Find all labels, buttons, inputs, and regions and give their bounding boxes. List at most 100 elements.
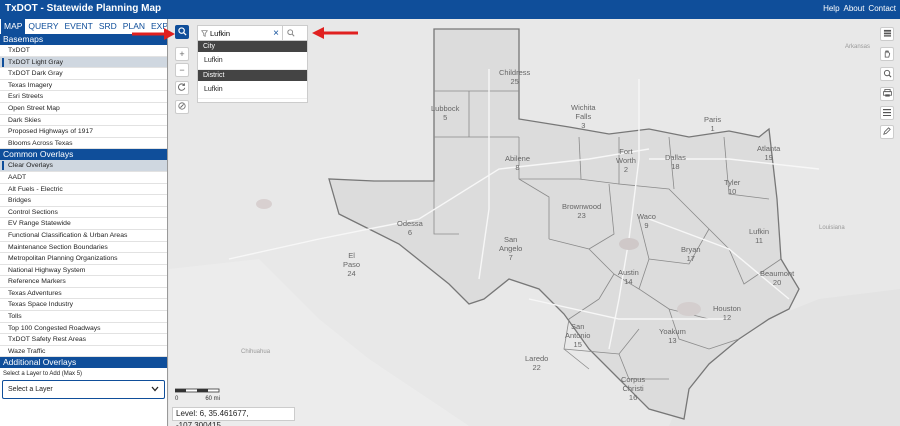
legend-button[interactable]	[880, 106, 894, 120]
district-label-dallas: Dallas 18	[665, 153, 686, 171]
basemap-item-blooms[interactable]: Blooms Across Texas	[0, 138, 167, 150]
header-links: Help About Contact	[823, 4, 896, 13]
overlay-item-rest-areas[interactable]: TxDOT Safety Rest Areas	[0, 334, 167, 346]
district-label-laredo: Laredo 22	[525, 354, 549, 372]
overlay-item-aadt[interactable]: AADT	[0, 172, 167, 184]
overlay-item-texas-adventures[interactable]: Texas Adventures	[0, 288, 167, 300]
status-bar: Level: 6, 35.461677, -107.300415	[172, 407, 295, 426]
compass-icon	[178, 102, 186, 112]
district-label-waco: Waco 9	[637, 212, 656, 230]
additional-overlays-header: Additional Overlays	[0, 357, 167, 369]
basemap-item-proposed-highways[interactable]: Proposed Highways of 1917	[0, 126, 167, 138]
overlay-item-nhs[interactable]: National Highway System	[0, 265, 167, 277]
tab-query[interactable]: QUERY	[25, 19, 61, 34]
search-row: ×	[198, 25, 307, 41]
overlay-item-ev-range[interactable]: EV Range Statewide	[0, 218, 167, 230]
scale-bar-graphic	[174, 388, 220, 393]
overlay-item-maintenance-sections[interactable]: Maintenance Section Boundaries	[0, 242, 167, 254]
scale-value: 60 mi	[205, 396, 220, 402]
contact-link[interactable]: Contact	[868, 4, 896, 13]
identify-tool-button[interactable]	[880, 67, 894, 81]
overlay-item-congested-roadways[interactable]: Top 100 Congested Roadways	[0, 323, 167, 335]
close-icon[interactable]: ×	[270, 28, 282, 39]
district-label-fort-worth: Fort Worth 2	[616, 147, 636, 174]
district-label-san-angelo: San Angelo 7	[499, 235, 523, 262]
district-label-paris: Paris 1	[704, 115, 722, 133]
app-header: TxDOT - Statewide Planning Map Help Abou…	[0, 0, 900, 19]
district-label-yoakum: Yoakum 13	[659, 327, 686, 345]
refresh-icon	[178, 83, 186, 93]
district-label-san-antonio: San Antonio 15	[565, 322, 591, 349]
overlay-item-control-sections[interactable]: Control Sections	[0, 207, 167, 219]
additional-overlays-hint: Select a Layer to Add (Max 5)	[3, 371, 83, 378]
search-input[interactable]	[210, 28, 270, 38]
search-icon	[177, 26, 187, 38]
basemap-item-txdot-light-gray[interactable]: TxDOT Light Gray	[0, 56, 167, 69]
result-item-district-lufkin[interactable]: Lufkin	[198, 81, 307, 99]
overlay-item-mpo[interactable]: Metropolitan Planning Organizations	[0, 253, 167, 265]
district-label-lubbock: Lubbock 5	[431, 104, 460, 122]
zoom-in-button[interactable]: +	[175, 47, 189, 61]
layer-select-value: Select a Layer	[8, 386, 53, 393]
scale-bar: 0 60 mi	[174, 388, 220, 402]
district-label-atlanta: Atlanta 19	[757, 144, 781, 162]
tab-event[interactable]: EVENT	[62, 19, 96, 34]
search-submit-icon[interactable]	[282, 25, 298, 41]
district-label-abilene: Abilene 8	[505, 154, 531, 172]
district-label-beaumont: Beaumont 20	[760, 269, 795, 287]
result-item-city-lufkin[interactable]: Lufkin	[198, 52, 307, 70]
overlay-item-reference-markers[interactable]: Reference Markers	[0, 276, 167, 288]
basemap-item-esri-streets[interactable]: Esri Streets	[0, 91, 167, 103]
layer-select[interactable]: Select a Layer	[2, 380, 165, 399]
state-label-arkansas: Arkansas	[845, 44, 871, 50]
district-label-austin: Austin 14	[618, 268, 639, 286]
identify-icon	[883, 69, 892, 80]
plus-icon: +	[179, 49, 185, 59]
zoom-out-button[interactable]: −	[175, 63, 189, 77]
district-label-el-paso: El Paso 24	[343, 251, 361, 278]
layers-icon	[883, 29, 892, 39]
basemap-item-open-street-map[interactable]: Open Street Map	[0, 103, 167, 115]
about-link[interactable]: About	[844, 4, 865, 13]
district-label-tyler: Tyler 10	[724, 178, 741, 196]
district-label-lufkin: Lufkin 11	[749, 227, 770, 245]
locate-button[interactable]	[175, 100, 189, 114]
basemap-item-txdot-dark-gray[interactable]: TxDOT Dark Gray	[0, 68, 167, 80]
refresh-button[interactable]	[175, 81, 189, 95]
basemap-toggle-button[interactable]	[880, 27, 894, 41]
district-label-odessa: Odessa 6	[397, 219, 423, 237]
overlay-item-functional-class[interactable]: Functional Classification & Urban Areas	[0, 230, 167, 242]
state-label-chihuahua: Chihuahua	[241, 349, 271, 355]
district-label-wichita-falls: Wichita Falls 3	[571, 103, 596, 130]
minus-icon: −	[179, 65, 185, 75]
district-label-brownwood: Brownwood 23	[562, 202, 602, 220]
draw-tool-button[interactable]	[880, 125, 894, 139]
basemap-item-dark-skies[interactable]: Dark Skies	[0, 115, 167, 127]
tab-srd[interactable]: SRD	[96, 19, 120, 34]
print-button[interactable]	[880, 87, 894, 101]
list-icon	[883, 108, 891, 118]
help-link[interactable]: Help	[823, 4, 839, 13]
filter-icon[interactable]	[198, 29, 210, 37]
annotation-arrow-right	[312, 27, 358, 39]
scale-start: 0	[175, 396, 179, 402]
search-panel: × City Lufkin District Lufkin	[197, 25, 308, 103]
district-label-childress: Childress 25	[499, 68, 531, 86]
overlay-item-clear[interactable]: Clear Overlays	[0, 160, 167, 172]
district-label-houston: Houston 12	[713, 304, 741, 322]
pan-tool-button[interactable]	[880, 47, 894, 61]
basemap-item-texas-imagery[interactable]: Texas Imagery	[0, 80, 167, 92]
district-label-corpus-christi: Corpus Christi 16	[621, 375, 646, 402]
overlay-item-space-industry[interactable]: Texas Space Industry	[0, 299, 167, 312]
annotation-arrow-left	[132, 28, 175, 40]
printer-icon	[882, 89, 892, 99]
overlay-item-alt-fuels[interactable]: Alt Fuels - Electric	[0, 184, 167, 196]
basemap-item-txdot[interactable]: TxDOT	[0, 45, 167, 57]
result-group-district: District	[198, 70, 307, 81]
overlay-item-waze[interactable]: Waze Traffic	[0, 346, 167, 358]
tab-map[interactable]: MAP	[1, 19, 26, 34]
overlay-item-tolls[interactable]: Tolls	[0, 311, 167, 323]
overlay-item-bridges[interactable]: Bridges	[0, 195, 167, 207]
result-group-city: City	[198, 41, 307, 52]
hand-icon	[883, 49, 891, 60]
